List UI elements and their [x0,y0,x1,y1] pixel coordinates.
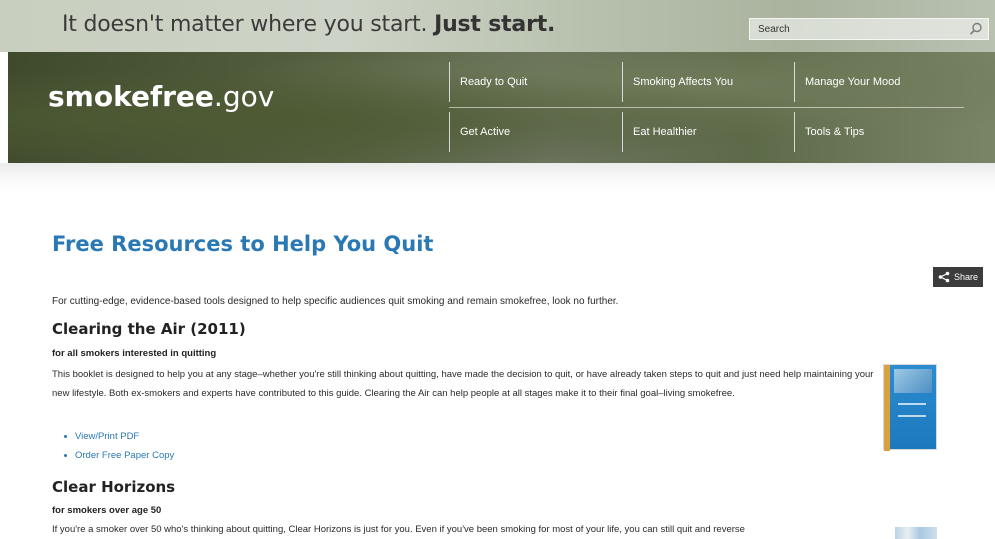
intro-text: For cutting-edge, evidence-based tools d… [52,296,619,307]
tagline: It doesn't matter where you start. Just … [62,12,555,37]
section-body: This booklet is designed to help you at … [52,369,874,399]
nav-divider [449,107,964,108]
search-button[interactable] [968,21,984,37]
section-subtitle: for smokers over age 50 [52,505,162,516]
section-body: If you're a smoker over 50 who's thinkin… [52,524,745,535]
main-nav: Ready to Quit Smoking Affects You Manage… [449,62,969,160]
site-logo[interactable]: smokefree.gov [48,80,274,113]
tagline-banner: It doesn't matter where you start. Just … [0,0,995,52]
page-title: Free Resources to Help You Quit [52,232,434,256]
nav-ready-to-quit[interactable]: Ready to Quit [449,62,619,102]
nav-smoking-affects-you[interactable]: Smoking Affects You [622,62,792,102]
booklet-spine [884,365,890,451]
nav-eat-healthier[interactable]: Eat Healthier [622,112,792,152]
section-title: Clear Horizons [52,478,176,496]
share-label: Share [954,272,979,282]
logo-domain: .gov [213,80,275,113]
search-input[interactable] [750,19,950,40]
order-paper-copy-link[interactable]: Order Free Paper Copy [75,450,174,461]
search-icon [969,22,982,35]
nav-get-active[interactable]: Get Active [449,112,619,152]
section-title: Clearing the Air (2011) [52,320,246,338]
view-print-pdf-link[interactable]: View/Print PDF [75,431,139,442]
booklet-cover-image[interactable] [895,527,937,539]
tagline-text: It doesn't matter where you start. [62,12,428,37]
search-box [749,18,989,40]
nav-tools-and-tips[interactable]: Tools & Tips [794,112,964,152]
site-header: smokefree.gov Ready to Quit Smoking Affe… [8,52,995,163]
nav-manage-your-mood[interactable]: Manage Your Mood [794,62,964,102]
list-item: View/Print PDF [64,427,174,446]
resource-links: View/Print PDF Order Free Paper Copy [64,427,174,465]
section-subtitle: for all smokers interested in quitting [52,348,217,359]
share-button[interactable]: Share [933,267,983,287]
booklet-title-graphic [898,403,926,417]
logo-wordmark: smokefree [48,80,214,113]
booklet-cover-image[interactable] [883,364,937,451]
booklet-photo [894,369,932,393]
tagline-emphasis: Just start. [434,12,556,37]
header-shadow [0,163,995,193]
list-item: Order Free Paper Copy [64,446,174,465]
share-icon [938,271,950,283]
